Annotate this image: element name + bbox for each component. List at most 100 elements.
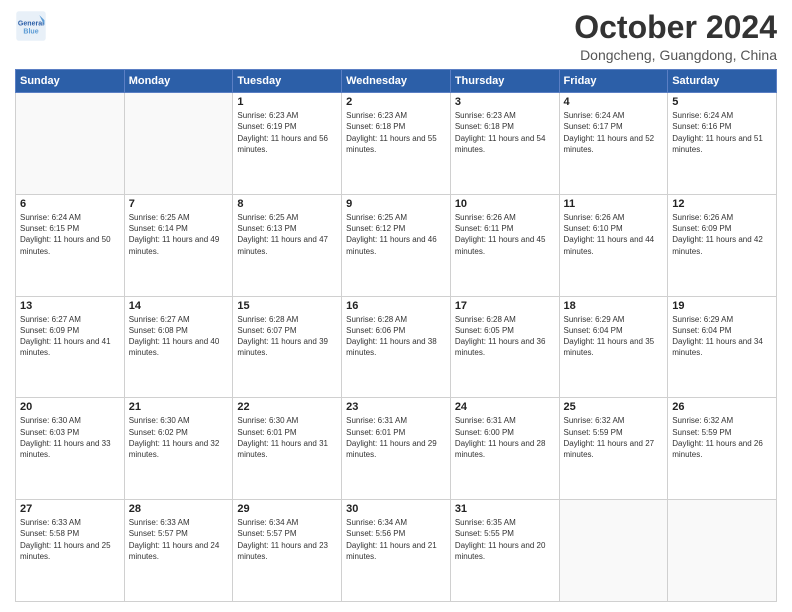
cell-info: Sunrise: 6:30 AM: [129, 415, 229, 426]
cell-info: Daylight: 11 hours and 26 minutes.: [672, 438, 772, 460]
cell-info: Sunrise: 6:33 AM: [129, 517, 229, 528]
cell-info: Daylight: 11 hours and 47 minutes.: [237, 234, 337, 256]
cell-info: Daylight: 11 hours and 36 minutes.: [455, 336, 555, 358]
calendar-cell-w2-d3: 8Sunrise: 6:25 AMSunset: 6:13 PMDaylight…: [233, 194, 342, 296]
cell-info: Sunset: 6:12 PM: [346, 223, 446, 234]
day-number: 27: [20, 503, 120, 515]
cell-info: Sunrise: 6:24 AM: [20, 212, 120, 223]
day-number: 26: [672, 401, 772, 413]
day-number: 4: [564, 96, 664, 108]
cell-info: Sunset: 6:02 PM: [129, 427, 229, 438]
cell-info: Sunset: 5:59 PM: [564, 427, 664, 438]
calendar-week-4: 20Sunrise: 6:30 AMSunset: 6:03 PMDayligh…: [16, 398, 777, 500]
cell-info: Daylight: 11 hours and 27 minutes.: [564, 438, 664, 460]
calendar-cell-w4-d3: 22Sunrise: 6:30 AMSunset: 6:01 PMDayligh…: [233, 398, 342, 500]
cell-info: Sunset: 6:04 PM: [564, 325, 664, 336]
calendar-week-2: 6Sunrise: 6:24 AMSunset: 6:15 PMDaylight…: [16, 194, 777, 296]
calendar-cell-w5-d3: 29Sunrise: 6:34 AMSunset: 5:57 PMDayligh…: [233, 500, 342, 602]
cell-info: Sunset: 6:13 PM: [237, 223, 337, 234]
cell-info: Daylight: 11 hours and 55 minutes.: [346, 133, 446, 155]
cell-info: Daylight: 11 hours and 56 minutes.: [237, 133, 337, 155]
calendar-week-3: 13Sunrise: 6:27 AMSunset: 6:09 PMDayligh…: [16, 296, 777, 398]
cell-info: Daylight: 11 hours and 49 minutes.: [129, 234, 229, 256]
cell-info: Sunrise: 6:31 AM: [455, 415, 555, 426]
calendar-cell-w2-d6: 11Sunrise: 6:26 AMSunset: 6:10 PMDayligh…: [559, 194, 668, 296]
calendar-cell-w2-d1: 6 Sunrise: 6:24 AMSunset: 6:15 PMDaylight…: [16, 194, 125, 296]
cell-info: Sunrise: 6:28 AM: [237, 314, 337, 325]
cell-info: Daylight: 11 hours and 46 minutes.: [346, 234, 446, 256]
cell-info: Daylight: 11 hours and 52 minutes.: [564, 133, 664, 155]
calendar-cell-w4-d1: 20Sunrise: 6:30 AMSunset: 6:03 PMDayligh…: [16, 398, 125, 500]
calendar-table: Sunday Monday Tuesday Wednesday Thursday…: [15, 69, 777, 602]
day-number: 2: [346, 96, 446, 108]
day-number: 21: [129, 401, 229, 413]
cell-info: Daylight: 11 hours and 40 minutes.: [129, 336, 229, 358]
cell-info: Sunset: 6:15 PM: [20, 223, 120, 234]
cell-info: Sunset: 5:55 PM: [455, 528, 555, 539]
day-number: 18: [564, 300, 664, 312]
calendar-cell-w2-d5: 10Sunrise: 6:26 AMSunset: 6:11 PMDayligh…: [450, 194, 559, 296]
cell-info: Daylight: 11 hours and 41 minutes.: [20, 336, 120, 358]
col-monday: Monday: [124, 70, 233, 93]
day-number: 1: [237, 96, 337, 108]
cell-info: Sunrise: 6:28 AM: [455, 314, 555, 325]
calendar-cell-w3-d5: 17Sunrise: 6:28 AMSunset: 6:05 PMDayligh…: [450, 296, 559, 398]
calendar-cell-w1-d2: [124, 93, 233, 195]
svg-text:General: General: [18, 20, 44, 27]
cell-info: Sunset: 6:16 PM: [672, 121, 772, 132]
calendar-week-1: 1Sunrise: 6:23 AMSunset: 6:19 PMDaylight…: [16, 93, 777, 195]
calendar-cell-w3-d2: 14 Sunrise: 6:27 AMSunset: 6:08 PMDayligh…: [124, 296, 233, 398]
day-number: 14: [129, 300, 229, 312]
cell-info: Sunrise: 6:23 AM: [237, 110, 337, 121]
calendar-cell-w4-d4: 23Sunrise: 6:31 AMSunset: 6:01 PMDayligh…: [342, 398, 451, 500]
cell-info: Sunrise: 6:24 AM: [672, 110, 772, 121]
cell-info: Daylight: 11 hours and 20 minutes.: [455, 540, 555, 562]
cell-info: Sunrise: 6:27 AM: [129, 314, 229, 325]
cell-info: Sunset: 6:08 PM: [129, 325, 229, 336]
calendar-cell-w1-d7: 5Sunrise: 6:24 AMSunset: 6:16 PMDaylight…: [668, 93, 777, 195]
calendar-cell-w1-d4: 2Sunrise: 6:23 AMSunset: 6:18 PMDaylight…: [342, 93, 451, 195]
day-number: 23: [346, 401, 446, 413]
cell-info: Sunrise: 6:33 AM: [20, 517, 120, 528]
calendar-cell-w4-d2: 21Sunrise: 6:30 AMSunset: 6:02 PMDayligh…: [124, 398, 233, 500]
day-number: 15: [237, 300, 337, 312]
day-number: 16: [346, 300, 446, 312]
day-number: 13: [20, 300, 120, 312]
cell-info: Sunset: 5:56 PM: [346, 528, 446, 539]
header: General Blue October 2024 Dongcheng, Gua…: [15, 10, 777, 63]
cell-info: Sunset: 6:10 PM: [564, 223, 664, 234]
cell-info: Sunset: 5:58 PM: [20, 528, 120, 539]
col-wednesday: Wednesday: [342, 70, 451, 93]
cell-info: Sunset: 6:14 PM: [129, 223, 229, 234]
calendar-header-row: Sunday Monday Tuesday Wednesday Thursday…: [16, 70, 777, 93]
calendar-cell-w1-d6: 4Sunrise: 6:24 AMSunset: 6:17 PMDaylight…: [559, 93, 668, 195]
location: Dongcheng, Guangdong, China: [574, 47, 777, 63]
cell-info: Daylight: 11 hours and 21 minutes.: [346, 540, 446, 562]
calendar-cell-w3-d7: 19Sunrise: 6:29 AMSunset: 6:04 PMDayligh…: [668, 296, 777, 398]
calendar-cell-w5-d5: 31Sunrise: 6:35 AMSunset: 5:55 PMDayligh…: [450, 500, 559, 602]
col-sunday: Sunday: [16, 70, 125, 93]
cell-info: Sunrise: 6:28 AM: [346, 314, 446, 325]
cell-info: Sunset: 5:57 PM: [237, 528, 337, 539]
title-block: October 2024 Dongcheng, Guangdong, China: [574, 10, 777, 63]
cell-info: Sunset: 6:07 PM: [237, 325, 337, 336]
cell-info: Sunrise: 6:35 AM: [455, 517, 555, 528]
logo-svg: General Blue: [15, 10, 47, 42]
cell-info: Daylight: 11 hours and 50 minutes.: [20, 234, 120, 256]
cell-info: Sunset: 6:19 PM: [237, 121, 337, 132]
day-number: 5: [672, 96, 772, 108]
cell-info: Sunrise: 6:25 AM: [346, 212, 446, 223]
cell-info: Sunrise: 6:25 AM: [237, 212, 337, 223]
cell-info: Sunrise: 6:32 AM: [564, 415, 664, 426]
day-number: 6: [20, 198, 120, 210]
cell-info: Sunset: 6:09 PM: [672, 223, 772, 234]
day-number: 7: [129, 198, 229, 210]
cell-info: Daylight: 11 hours and 34 minutes.: [672, 336, 772, 358]
cell-info: Daylight: 11 hours and 25 minutes.: [20, 540, 120, 562]
calendar-cell-w1-d5: 3Sunrise: 6:23 AMSunset: 6:18 PMDaylight…: [450, 93, 559, 195]
cell-info: Daylight: 11 hours and 23 minutes.: [237, 540, 337, 562]
cell-info: Sunrise: 6:32 AM: [672, 415, 772, 426]
calendar-cell-w3-d1: 13Sunrise: 6:27 AMSunset: 6:09 PMDayligh…: [16, 296, 125, 398]
cell-info: Sunrise: 6:30 AM: [237, 415, 337, 426]
col-thursday: Thursday: [450, 70, 559, 93]
